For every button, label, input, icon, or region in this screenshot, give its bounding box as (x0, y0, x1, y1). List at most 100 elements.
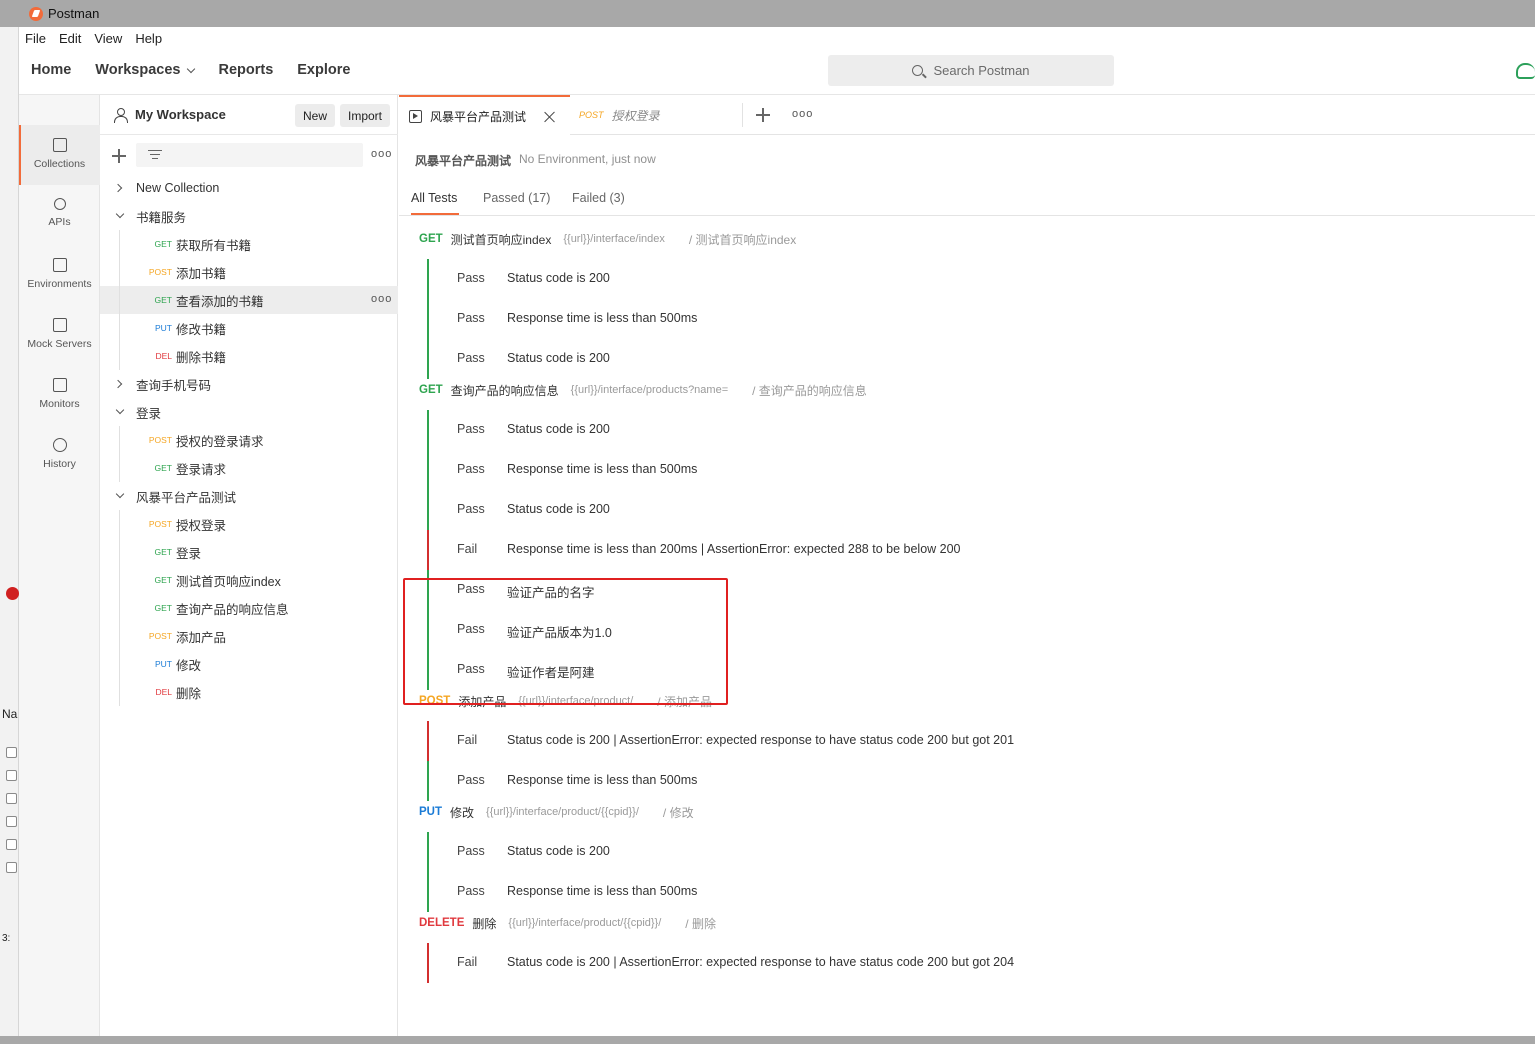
tree-folder[interactable]: New Collection (100, 174, 398, 202)
sync-cloud-icon[interactable] (1516, 63, 1535, 79)
tree-folder[interactable]: 登录 (100, 398, 398, 426)
test-result-row: Fail Status code is 200 | AssertionError:… (427, 721, 1127, 761)
history-icon (52, 438, 67, 452)
rail-item-environments[interactable]: Environments (19, 245, 100, 305)
test-status: Pass (457, 462, 485, 476)
rail-item-mock-servers[interactable]: Mock Servers (19, 305, 100, 365)
tab-bar: 风暴平台产品测试 POST 授权登录 ooo (399, 95, 1535, 135)
runner-icon (409, 109, 422, 123)
checkbox-icon (6, 862, 17, 873)
add-collection-icon[interactable] (112, 149, 126, 163)
tree-folder[interactable]: 书籍服务 (100, 202, 398, 230)
test-result-row: Pass Status code is 200 (427, 339, 1127, 379)
chevron-right-icon[interactable] (113, 379, 123, 389)
tree-request[interactable]: GET 获取所有书籍 (100, 230, 398, 258)
nav-home[interactable]: Home (31, 62, 71, 78)
request-name: 删除 (472, 916, 497, 931)
rail-item-apis[interactable]: APIs (19, 185, 100, 245)
tree-request[interactable]: GET 测试首页响应index (100, 566, 398, 594)
request-options-icon[interactable]: ooo (371, 293, 392, 305)
request-result-header[interactable]: GET 测试首页响应index {{url}}/interface/index / 测… (419, 229, 796, 249)
test-result-row: Fail Response time is less than 200ms | A… (427, 530, 1127, 570)
tree-request[interactable]: POST 添加书籍 (100, 258, 398, 286)
request-url: {{url}}/interface/index (563, 233, 665, 245)
record-icon (6, 587, 19, 600)
rail-item-label: Monitors (39, 398, 80, 410)
test-status: Pass (457, 884, 485, 898)
request-result-header[interactable]: GET 查询产品的响应信息 {{url}}/interface/products?n… (419, 380, 867, 400)
method-badge: GET (154, 463, 172, 473)
tab-method: POST (579, 110, 604, 120)
nav-reports[interactable]: Reports (218, 62, 273, 78)
test-name: Status code is 200 (507, 844, 610, 858)
tab-request[interactable]: POST 授权登录 (571, 95, 741, 135)
tree-request[interactable]: PUT 修改 (100, 650, 398, 678)
nav-explore[interactable]: Explore (297, 62, 350, 78)
rail-item-history[interactable]: History (19, 425, 100, 485)
folder-label: 查询手机号码 (136, 378, 212, 393)
more-options-icon[interactable]: ooo (371, 148, 392, 160)
menu-help[interactable]: Help (135, 31, 162, 46)
tree-request[interactable]: PUT 修改书籍 (100, 314, 398, 342)
request-label: 删除书籍 (176, 350, 227, 365)
pass-indicator (427, 490, 429, 530)
test-name: Status code is 200 (507, 271, 610, 285)
results-filter-tabs: All Tests Passed (17) Failed (3) (399, 180, 1535, 216)
folder-label: New Collection (136, 181, 220, 195)
test-status: Fail (457, 955, 478, 969)
new-tab-icon[interactable] (756, 108, 770, 122)
test-result-row: Pass Status code is 200 (427, 490, 1127, 530)
fail-indicator (427, 943, 429, 983)
tab-runner-results[interactable]: 风暴平台产品测试 (399, 95, 570, 135)
tree-request[interactable]: GET 查看添加的书籍 ooo (100, 286, 398, 314)
rail-item-label: Environments (27, 278, 92, 290)
request-method: GET (419, 233, 443, 245)
request-result-header[interactable]: DELETE 删除 {{url}}/interface/product/{{cpid… (419, 913, 716, 933)
bottom-edge (0, 1036, 1535, 1044)
chevron-down-icon[interactable] (115, 405, 125, 415)
tab-label: 风暴平台产品测试 (430, 109, 527, 124)
tab-passed[interactable]: Passed (17) (483, 191, 550, 205)
checkbox-icon (6, 839, 17, 850)
menu-file[interactable]: File (25, 31, 46, 46)
tree-request[interactable]: DEL 删除书籍 (100, 342, 398, 370)
close-tab-icon[interactable] (544, 111, 556, 123)
tree-request[interactable]: POST 授权登录 (100, 510, 398, 538)
test-status: Pass (457, 502, 485, 516)
collections-icon (52, 138, 67, 152)
nav-workspaces[interactable]: Workspaces (95, 62, 196, 78)
filter-input[interactable] (136, 143, 363, 167)
workspace-name[interactable]: My Workspace (135, 107, 226, 122)
tree-folder[interactable]: 风暴平台产品测试 (100, 482, 398, 510)
tree-request[interactable]: POST 授权的登录请求 (100, 426, 398, 454)
tree-request[interactable]: DEL 删除 (100, 678, 398, 706)
tree-request[interactable]: POST 添加产品 (100, 622, 398, 650)
active-tab-indicator (411, 213, 459, 215)
tree-request[interactable]: GET 登录请求 (100, 454, 398, 482)
tree-request[interactable]: GET 登录 (100, 538, 398, 566)
search-input[interactable]: Search Postman (828, 55, 1114, 86)
import-button[interactable]: Import (340, 104, 390, 127)
new-button[interactable]: New (295, 104, 335, 127)
test-status: Fail (457, 733, 478, 747)
menu-edit[interactable]: Edit (59, 31, 81, 46)
tab-all-tests[interactable]: All Tests (411, 191, 457, 205)
rail-item-label: APIs (48, 216, 71, 228)
chevron-down-icon[interactable] (115, 489, 125, 499)
request-label: 查询产品的响应信息 (176, 602, 289, 617)
test-status: Pass (457, 773, 485, 787)
chevron-down-icon[interactable] (115, 209, 125, 219)
test-result-row: Pass Response time is less than 500ms (427, 299, 1127, 339)
tree-request[interactable]: GET 查询产品的响应信息 (100, 594, 398, 622)
test-status: Fail (457, 542, 478, 556)
tree-folder[interactable]: 查询手机号码 (100, 370, 398, 398)
rail-item-collections[interactable]: Collections (19, 125, 100, 185)
tab-failed[interactable]: Failed (3) (572, 191, 625, 205)
menu-view[interactable]: View (94, 31, 122, 46)
tab-options-icon[interactable]: ooo (792, 108, 813, 120)
rail-item-label: Collections (33, 158, 86, 170)
checkbox-icon (6, 770, 17, 781)
rail-item-monitors[interactable]: Monitors (19, 365, 100, 425)
request-result-header[interactable]: PUT 修改 {{url}}/interface/product/{{cpid}}/… (419, 802, 694, 822)
chevron-right-icon[interactable] (113, 183, 123, 193)
